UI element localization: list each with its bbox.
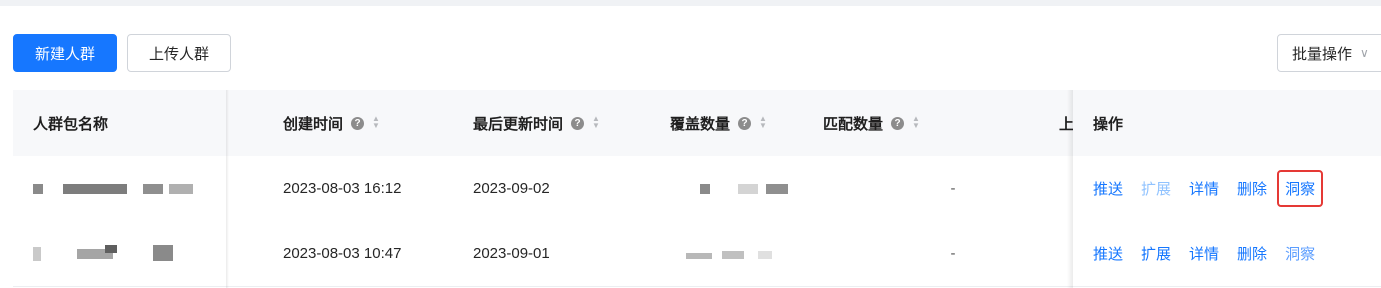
- group-name-redacted: [33, 221, 223, 286]
- sort-caret-icon[interactable]: ▲ ▼: [592, 115, 600, 130]
- coverage-count-redacted: [670, 221, 810, 286]
- sort-caret-icon[interactable]: ▲ ▼: [372, 115, 380, 130]
- header-name: 人群包名称: [33, 115, 109, 133]
- top-band: [0, 0, 1381, 6]
- table-row-actions: 推送 扩展 详情 删除 洞察: [1073, 221, 1381, 287]
- match-count: -: [950, 245, 956, 262]
- sort-caret-icon[interactable]: ▲ ▼: [759, 115, 767, 130]
- actions-header-label: 操作: [1093, 115, 1124, 133]
- group-name-redacted: [33, 156, 223, 221]
- toolbar: 新建人群 上传人群 批量操作 ∨: [0, 34, 1381, 72]
- table-row-actions: 推送 扩展 详情 删除 洞察: [1073, 156, 1381, 222]
- header-match-label: 匹配数量: [823, 115, 884, 133]
- fixed-column-shadow: [226, 90, 229, 288]
- upload-group-button[interactable]: 上传人群: [127, 34, 231, 72]
- created-time: 2023-08-03 16:12: [283, 180, 402, 197]
- batch-operations-select[interactable]: 批量操作 ∨: [1277, 34, 1381, 72]
- question-circle-icon[interactable]: ?: [571, 116, 585, 130]
- expand-link[interactable]: 扩展: [1141, 243, 1171, 264]
- details-link[interactable]: 详情: [1189, 178, 1219, 199]
- match-count: -: [950, 180, 956, 197]
- insight-link[interactable]: 洞察: [1277, 170, 1324, 207]
- group-table: 人群包名称 创建时间 ? ▲ ▼ 最后更新时间 ? ▲ ▼ 覆盖数量 ? ▲ ▼ 匹配…: [13, 90, 1381, 288]
- batch-operations-label: 批量操作: [1292, 45, 1353, 63]
- expand-link: 扩展: [1141, 181, 1172, 198]
- header-updated-label: 最后更新时间: [473, 115, 564, 133]
- new-group-button[interactable]: 新建人群: [13, 34, 117, 72]
- header-created[interactable]: 创建时间 ? ▲ ▼: [283, 90, 380, 156]
- sort-caret-icon[interactable]: ▲ ▼: [912, 115, 920, 130]
- actions-column: 操作 推送 扩展 详情 删除 洞察 推送 扩展 详情 删除 洞察: [1067, 90, 1381, 288]
- updated-time: 2023-09-01: [473, 245, 550, 262]
- header-created-label: 创建时间: [283, 115, 344, 133]
- updated-time: 2023-09-02: [473, 180, 550, 197]
- actions-header: 操作: [1073, 90, 1381, 157]
- chevron-down-icon: ∨: [1360, 46, 1369, 60]
- push-link[interactable]: 推送: [1093, 243, 1123, 264]
- header-match[interactable]: 匹配数量 ? ▲ ▼: [823, 90, 920, 156]
- delete-link[interactable]: 删除: [1237, 178, 1267, 199]
- header-coverage-label: 覆盖数量: [670, 115, 731, 133]
- question-circle-icon[interactable]: ?: [891, 116, 905, 130]
- header-updated[interactable]: 最后更新时间 ? ▲ ▼: [473, 90, 600, 156]
- header-coverage[interactable]: 覆盖数量 ? ▲ ▼: [670, 90, 767, 156]
- coverage-count-redacted: [670, 156, 810, 221]
- question-circle-icon[interactable]: ?: [738, 116, 752, 130]
- question-circle-icon[interactable]: ?: [351, 116, 365, 130]
- created-time: 2023-08-03 10:47: [283, 245, 402, 262]
- delete-link[interactable]: 删除: [1237, 243, 1267, 264]
- details-link[interactable]: 详情: [1189, 243, 1219, 264]
- push-link[interactable]: 推送: [1093, 178, 1123, 199]
- insight-link[interactable]: 洞察: [1285, 243, 1315, 264]
